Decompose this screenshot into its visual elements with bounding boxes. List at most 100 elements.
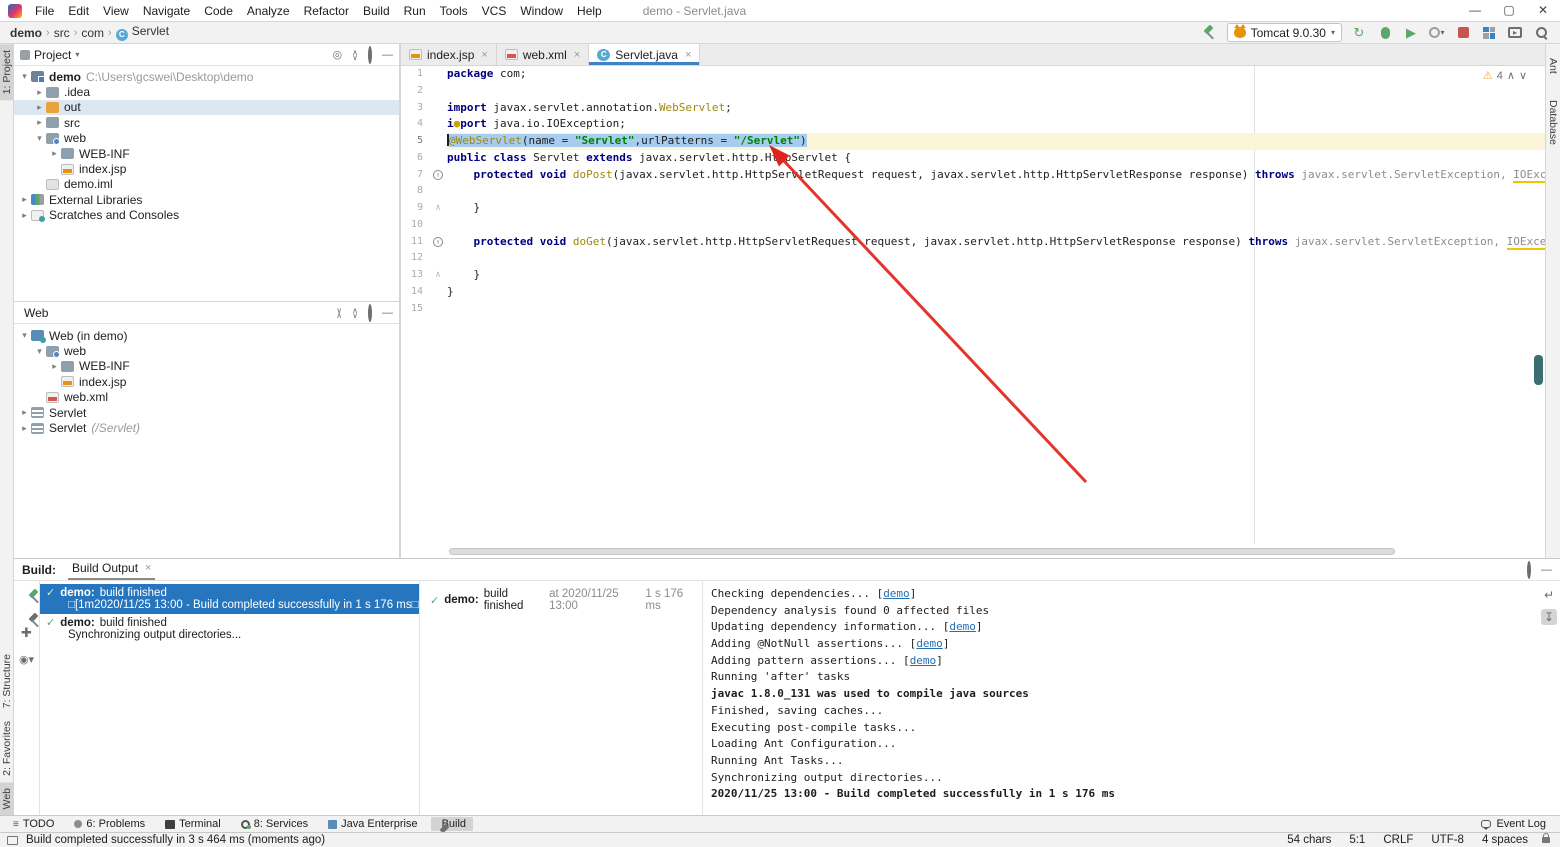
code-editor[interactable]: 1package com;23import javax.servlet.anno… <box>401 66 1545 544</box>
settings-gear-icon[interactable] <box>368 306 372 320</box>
menu-item-window[interactable]: Window <box>513 2 570 20</box>
code-line-11[interactable]: 11↑ protected void doGet(javax.servlet.h… <box>401 234 1545 251</box>
chevron-down-icon[interactable]: ▾ <box>18 330 31 341</box>
hide-panel-icon[interactable]: — <box>1541 564 1552 576</box>
close-icon[interactable]: ✕ <box>1526 0 1560 21</box>
run-configuration-select[interactable]: Tomcat 9.0.30 ▾ <box>1227 23 1342 42</box>
chevron-right-icon[interactable]: ▸ <box>33 102 46 113</box>
console-link-demo[interactable]: demo <box>883 587 910 600</box>
status-widget-5-1[interactable]: 5:1 <box>1349 834 1365 846</box>
project-tree-row-External-Libraries[interactable]: ▸External Libraries <box>14 192 399 207</box>
web-tree-row-WEB-INF[interactable]: ▸WEB-INF <box>14 359 399 374</box>
tool-tab-8-Services[interactable]: 8: Services <box>234 817 315 831</box>
tool-tab-Java-Enterprise[interactable]: Java Enterprise <box>321 817 424 831</box>
status-widget-UTF-8[interactable]: UTF-8 <box>1431 834 1464 846</box>
chevron-right-icon[interactable]: ▸ <box>48 361 61 372</box>
horizontal-scrollbar[interactable] <box>449 548 1395 555</box>
prev-warning-icon[interactable]: ∧ <box>1507 69 1515 82</box>
code-line-13[interactable]: 13∧ } <box>401 267 1545 284</box>
menu-item-refactor[interactable]: Refactor <box>297 2 356 20</box>
stripe-tab-Database[interactable]: Database <box>1546 94 1560 151</box>
web-tree-row-Servlet[interactable]: ▸Servlet(/Servlet) <box>14 420 399 435</box>
menu-item-build[interactable]: Build <box>356 2 397 20</box>
project-tree-row-demo-iml[interactable]: demo.iml <box>14 177 399 192</box>
project-tree-row-demo[interactable]: ▾demoC:\Users\gcswei\Desktop\demo <box>14 69 399 84</box>
tool-tab-6-Problems[interactable]: 6: Problems <box>67 817 152 831</box>
code-line-8[interactable]: 8 <box>401 183 1545 200</box>
tool-tab-Build[interactable]: Build <box>431 817 473 831</box>
collapse-all-icon[interactable]: ∧∨ <box>352 308 358 318</box>
console-link-demo[interactable]: demo <box>910 654 937 667</box>
menu-item-edit[interactable]: Edit <box>61 2 96 20</box>
breadcrumb-item-src[interactable]: src <box>54 26 70 40</box>
settings-gear-icon[interactable] <box>1527 563 1531 577</box>
breadcrumb-item-demo[interactable]: demo <box>10 26 42 40</box>
menu-item-file[interactable]: File <box>28 2 61 20</box>
chevron-down-icon[interactable]: ▾ <box>33 133 46 144</box>
web-tree-row-web[interactable]: ▾web <box>14 343 399 358</box>
menu-item-view[interactable]: View <box>96 2 136 20</box>
console-link-demo[interactable]: demo <box>949 620 976 633</box>
project-tree-row-web[interactable]: ▾web <box>14 131 399 146</box>
code-line-3[interactable]: 3import javax.servlet.annotation.WebServ… <box>401 100 1545 117</box>
web-tree-row-Web-in-demo-[interactable]: ▾Web (in demo) <box>14 328 399 343</box>
profiler-icon[interactable]: ▾ <box>1428 24 1446 42</box>
stripe-tab-7-Structure[interactable]: 7: Structure <box>0 648 14 714</box>
menu-item-run[interactable]: Run <box>397 2 433 20</box>
scroll-to-end-icon[interactable]: ↧ <box>1541 609 1557 625</box>
menu-item-help[interactable]: Help <box>570 2 609 20</box>
code-line-12[interactable]: 12 <box>401 250 1545 267</box>
project-tree-row--idea[interactable]: ▸.idea <box>14 84 399 99</box>
project-tree-row-index-jsp[interactable]: index.jsp <box>14 161 399 176</box>
coverage-icon[interactable]: ▶ <box>1402 24 1420 42</box>
chevron-right-icon[interactable]: ▸ <box>18 407 31 418</box>
status-widget-54-chars[interactable]: 54 chars <box>1287 834 1331 846</box>
project-tree-row-src[interactable]: ▸src <box>14 115 399 130</box>
breadcrumb-item-com[interactable]: com <box>81 26 104 40</box>
web-tree-row-web-xml[interactable]: web.xml <box>14 390 399 405</box>
close-icon[interactable]: × <box>574 49 580 61</box>
menu-item-navigate[interactable]: Navigate <box>136 2 197 20</box>
next-warning-icon[interactable]: ∨ <box>1519 69 1527 82</box>
menu-item-analyze[interactable]: Analyze <box>240 2 297 20</box>
build-summary-row[interactable]: ✓ demo: build finished at 2020/11/25 13:… <box>430 588 696 612</box>
pin-icon[interactable]: ✚ <box>21 625 32 641</box>
lock-icon[interactable] <box>1542 837 1550 843</box>
chevron-right-icon[interactable]: ▸ <box>18 210 31 221</box>
tab-web-xml[interactable]: web.xml× <box>497 44 589 65</box>
chevron-right-icon[interactable]: ▸ <box>33 117 46 128</box>
scrollbar-thumb[interactable] <box>1534 355 1543 385</box>
project-tree-row-out[interactable]: ▸out <box>14 100 399 115</box>
chevron-right-icon[interactable]: ▸ <box>18 423 31 434</box>
close-icon[interactable]: × <box>145 562 151 574</box>
code-line-7[interactable]: 7↑ protected void doPost(javax.servlet.h… <box>401 167 1545 184</box>
menu-item-code[interactable]: Code <box>197 2 240 20</box>
tab-index-jsp[interactable]: index.jsp× <box>401 44 497 65</box>
chevron-right-icon[interactable]: ▸ <box>33 87 46 98</box>
tab-build-output[interactable]: Build Output × <box>68 559 155 580</box>
toolwindow-toggle-icon[interactable] <box>7 836 18 845</box>
close-icon[interactable]: × <box>481 49 487 61</box>
code-line-10[interactable]: 10 <box>401 217 1545 234</box>
event-log-button[interactable]: Event Log <box>1481 818 1546 830</box>
code-line-9[interactable]: 9∧ } <box>401 200 1545 217</box>
build-event-0[interactable]: ✓demo: build finished□[1m2020/11/25 13:0… <box>40 584 419 614</box>
debug-icon[interactable] <box>1376 24 1394 42</box>
filter-icon[interactable]: ◉▾ <box>19 653 34 666</box>
menu-item-tools[interactable]: Tools <box>433 2 475 20</box>
breadcrumb-item-Servlet[interactable]: CServlet <box>116 24 169 41</box>
chevron-down-icon[interactable]: ▾ <box>18 71 31 82</box>
stripe-tab-1-Project[interactable]: 1: Project <box>0 44 14 100</box>
web-tree-row-index-jsp[interactable]: index.jsp <box>14 374 399 389</box>
stripe-tab-Web[interactable]: Web <box>0 782 14 815</box>
run-icon[interactable]: ↻ <box>1350 24 1368 42</box>
status-widget-4-spaces[interactable]: 4 spaces <box>1482 834 1528 846</box>
settings-gear-icon[interactable] <box>368 48 372 62</box>
menu-item-vcs[interactable]: VCS <box>475 2 514 20</box>
stripe-tab-Ant[interactable]: Ant <box>1546 52 1560 80</box>
stripe-tab-2-Favorites[interactable]: 2: Favorites <box>0 715 14 782</box>
expand-all-icon[interactable]: ∨∧ <box>336 308 342 318</box>
code-line-15[interactable]: 15 <box>401 301 1545 318</box>
status-message[interactable]: Build completed successfully in 3 s 464 … <box>26 834 325 846</box>
chevron-down-icon[interactable]: ▾ <box>33 346 46 357</box>
